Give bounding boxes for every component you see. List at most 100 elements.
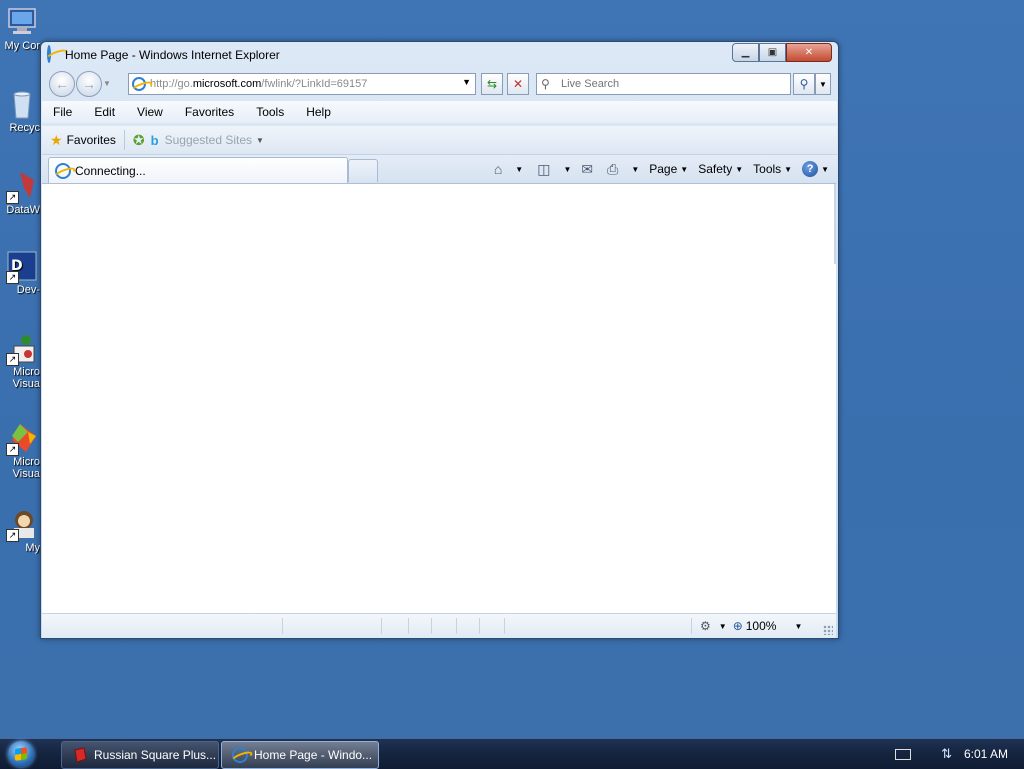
home-icon[interactable]: ⌂ [494,161,502,177]
address-row: ← → ▼ http://go.microsoft.com/fwlink/?Li… [45,69,834,99]
command-bar: ⌂ ▼ ◫ ▼ ✉ ⎙ ▼ Page ▼ Safety ▼ Tools ▼ ? ▼ [494,159,829,179]
desktop-icon-label: Recyc [9,122,40,134]
search-input[interactable] [559,77,788,91]
magnifier-icon: ⚲ [799,77,809,91]
new-tab-button[interactable] [348,159,378,182]
help-icon: ? [802,161,819,177]
page-menu-button[interactable]: Page ▼ [649,162,688,176]
close-button[interactable]: ✕ [786,43,832,62]
chevron-down-icon: ▼ [631,164,640,174]
safety-menu-button[interactable]: Safety ▼ [698,162,743,176]
close-icon: ✕ [804,47,814,58]
desktop-icon-dataw[interactable]: ↗ DataW [0,170,44,216]
status-segment [409,618,432,634]
tab-row: Connecting... ⌂ ▼ ◫ ▼ ✉ ⎙ ▼ Page ▼ Safety… [42,155,837,184]
taskbar-item-russian-square[interactable]: Russian Square Plus... [61,741,219,769]
network-icon[interactable]: ⇅ [941,746,952,762]
zoom-level: 100% [745,619,777,633]
search-options-dropdown[interactable]: ▼ [815,73,831,95]
chevron-down-icon: ▼ [735,164,744,174]
desktop-icon-label: DataW [6,204,40,216]
address-url[interactable]: http://go.microsoft.com/fwlink/?LinkId=6… [150,78,367,90]
print-dropdown[interactable]: ▼ [628,165,639,174]
menu-help[interactable]: Help [295,105,342,119]
desktop-icon-my[interactable]: ↗ My [0,508,44,554]
stop-button[interactable]: ✕ [507,73,529,95]
back-button[interactable]: ← [49,71,75,97]
menu-file[interactable]: File [42,105,83,119]
tab-home-page[interactable]: Connecting... [48,157,348,184]
taskbar-item-label: Russian Square Plus... [94,748,217,762]
taskbar-item-home-page[interactable]: Home Page - Windo... [221,741,379,769]
tools-menu-button[interactable]: Tools ▼ [753,162,792,176]
chevron-down-icon: ▼ [819,79,827,89]
menu-view[interactable]: View [126,105,174,119]
favorites-button[interactable]: ★ Favorites [42,130,125,150]
desktop-icon-microsoft-visual-2[interactable]: ↗ Micro Visua [0,422,44,480]
scrollbar[interactable] [834,184,836,264]
home-dropdown[interactable]: ▼ [512,165,523,174]
minimize-icon: ▁ [741,47,750,58]
help-menu-button[interactable]: ? ▼ [802,161,829,177]
shortcut-arrow-icon: ↗ [6,529,19,542]
windows-logo-icon [15,747,27,761]
zoom-control[interactable]: ⊕ 100% ▼ [733,619,803,633]
search-button[interactable]: ⚲ [793,73,815,95]
status-segment [457,618,480,634]
status-text-area [42,618,283,634]
desktop-icon-microsoft-visual-1[interactable]: ↗ Micro Visua [0,332,44,390]
feeds-icon[interactable]: ◫ [537,161,550,178]
maximize-icon: ▣ [767,47,778,58]
print-icon[interactable]: ⎙ [607,161,618,178]
resize-grip[interactable] [823,625,833,635]
suggested-sites-button[interactable]: b Suggested Sites ▼ [151,133,264,148]
status-segment [432,618,457,634]
shortcut-arrow-icon: ↗ [6,443,19,456]
favorites-label: Favorites [66,133,116,147]
stop-icon: ✕ [512,77,524,91]
read-mail-icon[interactable]: ✉ [581,161,593,178]
minimize-button[interactable]: ▁ [732,43,759,62]
loading-page-icon [55,163,71,179]
page-content[interactable] [42,183,836,614]
desktop-icon-dev[interactable]: D ↗ Dev- [0,250,44,296]
desktop-icon-label: Micro Visua [12,366,40,390]
chevron-down-icon[interactable]: ▼ [719,622,727,631]
window-title: Home Page - Windows Internet Explorer [65,48,280,62]
menu-bar: File Edit View Favorites Tools Help [42,101,837,123]
maximize-button[interactable]: ▣ [759,43,786,62]
feeds-dropdown[interactable]: ▼ [560,165,571,174]
recent-pages-dropdown[interactable]: ▼ [103,79,111,88]
dataw-app-icon: ↗ [6,170,38,204]
chevron-down-icon: ▼ [680,164,689,174]
system-tray: ⇅ 6:01 AM [895,739,1024,769]
add-to-favorites-bar-icon[interactable]: ✪ [133,132,145,149]
refresh-button[interactable]: ⇆ [481,73,503,95]
ie-window[interactable]: Home Page - Windows Internet Explorer ▁ … [40,41,839,639]
desktop-icon-label: My [25,542,40,554]
internet-explorer-icon [232,747,248,763]
menu-favorites[interactable]: Favorites [174,105,245,119]
menu-edit[interactable]: Edit [83,105,126,119]
start-button[interactable] [8,741,34,767]
dev-cpp-icon: D ↗ [6,250,38,284]
status-segment [480,618,505,634]
desktop-icon-my-computer[interactable]: My Cor [0,6,44,52]
address-bar[interactable]: http://go.microsoft.com/fwlink/?LinkId=6… [128,73,476,95]
menu-tools[interactable]: Tools [245,105,295,119]
desktop-icon-recycle-bin[interactable]: Recyc [0,88,44,134]
title-bar[interactable]: Home Page - Windows Internet Explorer ▁ … [41,42,838,68]
address-dropdown-icon[interactable]: ▼ [462,77,471,87]
status-bar: ⚙ ▼ ⊕ 100% ▼ [42,613,836,638]
search-box[interactable]: ⚲ [536,73,791,95]
protected-mode-icon[interactable]: ⚙ [700,619,711,633]
search-icon: ⚲ [541,77,550,91]
chevron-down-icon: ▼ [256,135,264,145]
status-segment [505,618,692,634]
keyboard-icon[interactable] [895,748,912,760]
taskbar: Russian Square Plus... Home Page - Windo… [0,738,1024,769]
forward-arrow-icon: → [82,76,96,92]
clock[interactable]: 6:01 AM [964,747,1008,761]
internet-explorer-icon [47,45,51,63]
forward-button[interactable]: → [76,71,102,97]
